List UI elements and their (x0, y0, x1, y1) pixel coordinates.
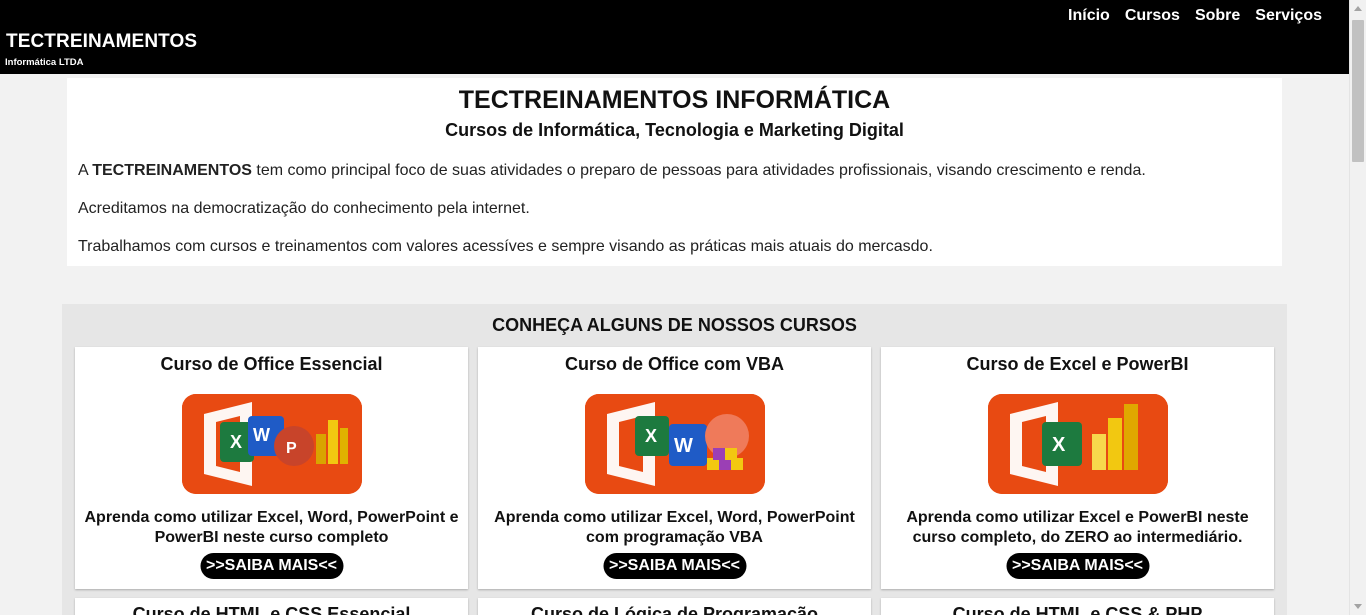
brand-logo-text[interactable]: TECTREINAMENTOS (6, 31, 197, 53)
intro-p1-brand: TECTREINAMENTOS (92, 162, 252, 179)
course-title: Curso de Lógica de Programação (530, 604, 819, 615)
course-card-html-css-php[interactable]: Curso de HTML e CSS & PHP (881, 598, 1274, 615)
intro-section: TECTREINAMENTOS INFORMÁTICA Cursos de In… (67, 78, 1282, 266)
courses-section: CONHEÇA ALGUNS DE NOSSOS CURSOS Curso de… (62, 304, 1287, 615)
course-title: Curso de Excel e PowerBI (966, 354, 1189, 374)
top-navbar: TECTREINAMENTOS Informática LTDA Início … (0, 0, 1349, 74)
course-card-logica-programacao[interactable]: Curso de Lógica de Programação (478, 598, 871, 615)
courses-title: CONHEÇA ALGUNS DE NOSSOS CURSOS (492, 315, 857, 335)
course-card-excel-powerbi[interactable]: Curso de Excel e PowerBI X Aprenda como … (881, 347, 1274, 589)
main-nav: Início Cursos Sobre Serviços (1068, 7, 1322, 25)
course-title: Curso de HTML e CSS & PHP (952, 604, 1203, 615)
scroll-thumb[interactable] (1352, 20, 1364, 162)
scroll-up-arrow-icon[interactable] (1354, 6, 1362, 11)
course-card-html-css-essencial[interactable]: Curso de HTML e CSS Essencial (75, 598, 468, 615)
office-vba-icon[interactable]: X W (584, 394, 765, 494)
course-description: Aprenda como utilizar Excel e PowerBI ne… (906, 509, 1249, 546)
course-description: Aprenda como utilizar Excel, Word, Power… (84, 509, 459, 546)
svg-text:X: X (645, 426, 657, 446)
intro-paragraph-3: Trabalhamos com cursos e treinamentos co… (78, 238, 933, 255)
saiba-mais-button[interactable]: >>SAIBA MAIS<< (199, 553, 344, 579)
page-scrollbar[interactable] (1349, 0, 1366, 615)
svg-text:P: P (286, 440, 297, 457)
brand-subtitle: Informática LTDA (5, 57, 84, 68)
nav-link-cursos[interactable]: Cursos (1125, 7, 1180, 25)
course-title: Curso de Office com VBA (564, 354, 785, 374)
nav-link-servicos[interactable]: Serviços (1255, 7, 1322, 25)
saiba-mais-button[interactable]: >>SAIBA MAIS<< (602, 553, 747, 579)
svg-text:X: X (1052, 434, 1066, 456)
svg-text:W: W (253, 425, 270, 445)
scroll-down-arrow-icon[interactable] (1354, 604, 1362, 609)
page-subtitle: Cursos de Informática, Tecnologia e Mark… (445, 120, 904, 140)
course-card-office-essencial[interactable]: Curso de Office Essencial X W P Aprenda … (75, 347, 468, 589)
course-card-office-vba[interactable]: Curso de Office com VBA X W Aprenda como… (478, 347, 871, 589)
intro-paragraph-2: Acreditamos na democratização do conheci… (78, 200, 530, 217)
course-description: Aprenda como utilizar Excel, Word, Power… (494, 509, 855, 546)
course-title: Curso de Office Essencial (160, 354, 383, 374)
saiba-mais-button[interactable]: >>SAIBA MAIS<< (1005, 553, 1150, 579)
intro-p1-prefix: A (78, 162, 93, 179)
intro-p1-rest: tem como principal foco de suas atividad… (251, 162, 1146, 179)
nav-link-inicio[interactable]: Início (1068, 7, 1110, 25)
office-essencial-icon[interactable]: X W P (181, 394, 362, 494)
course-title: Curso de HTML e CSS Essencial (132, 604, 411, 615)
excel-powerbi-icon[interactable]: X (987, 394, 1168, 494)
page-title: TECTREINAMENTOS INFORMÁTICA (458, 86, 891, 114)
svg-text:X: X (230, 432, 242, 452)
nav-link-sobre[interactable]: Sobre (1195, 7, 1240, 25)
intro-paragraph-1: A TECTREINAMENTOS tem como principal foc… (78, 162, 1146, 180)
svg-text:W: W (674, 435, 693, 457)
